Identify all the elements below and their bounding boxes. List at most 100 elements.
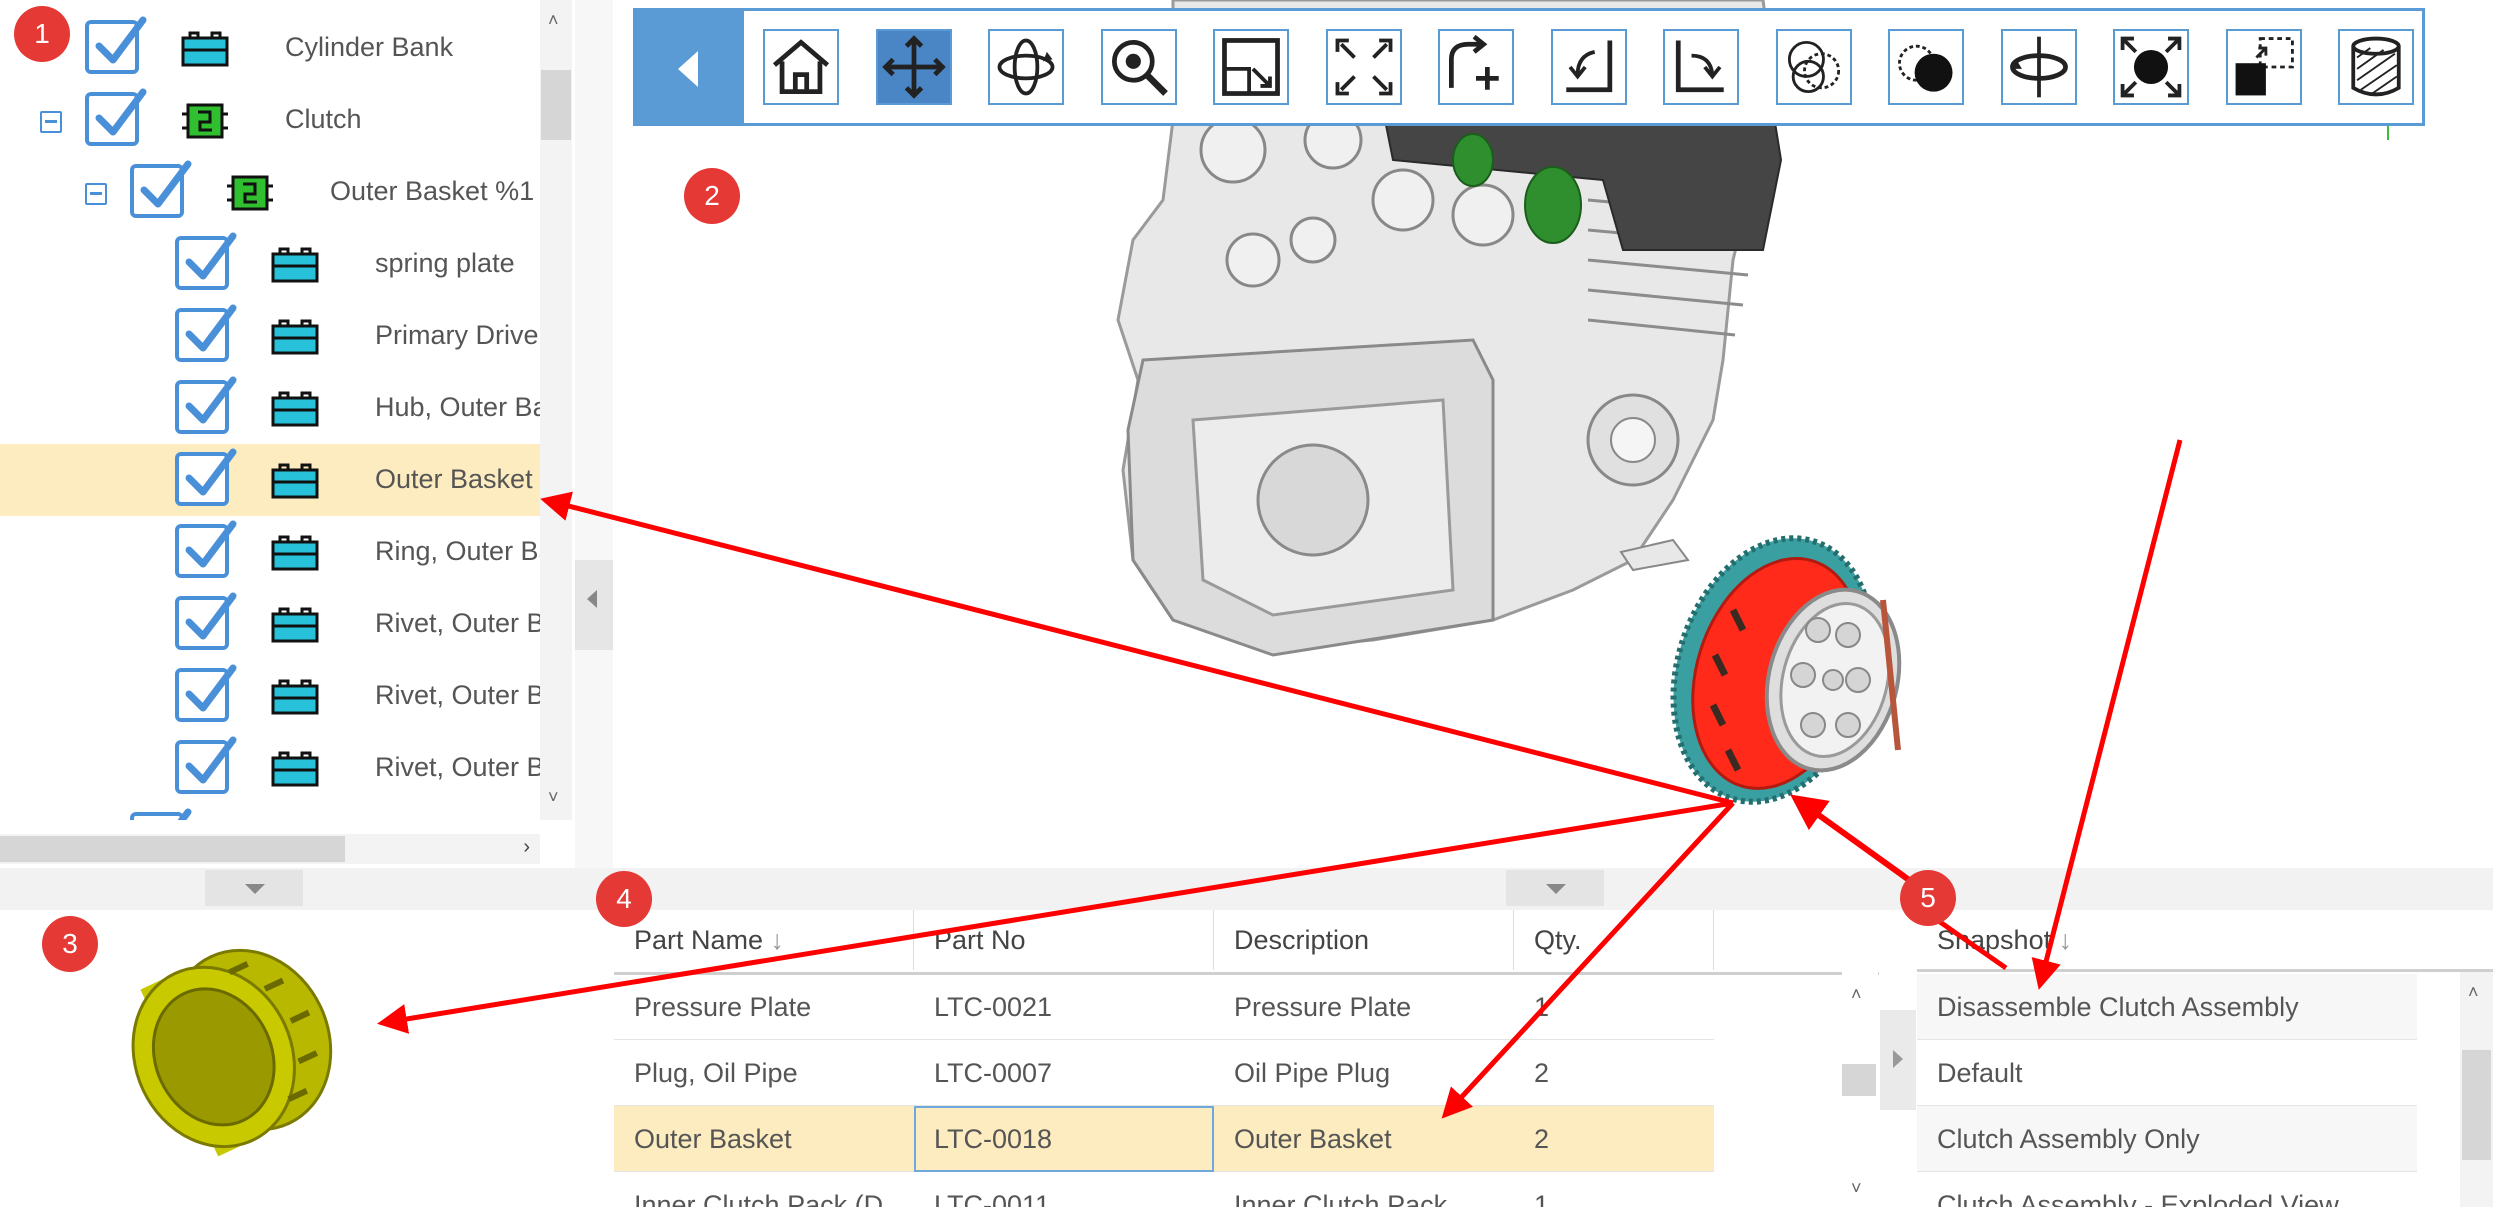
part-name-cell[interactable]: Pressure Plate: [614, 974, 914, 1040]
snapshots-header[interactable]: Snapshot ↓: [1917, 910, 2493, 972]
scroll-down-icon[interactable]: ˅: [548, 787, 559, 808]
tool-button-transparency[interactable]: [1775, 29, 1852, 105]
scroll-up-icon[interactable]: ˄: [1851, 984, 1862, 1005]
tree-item[interactable]: Rivet, Outer Ba: [0, 588, 540, 660]
scroll-up-icon[interactable]: ˄: [2468, 982, 2479, 1003]
tool-button-isolate[interactable]: [1888, 29, 1964, 105]
visibility-checkbox[interactable]: [85, 88, 147, 146]
part-icon: [180, 30, 230, 68]
assembly-icon: [225, 174, 275, 212]
tree-item-label: spring plate: [375, 248, 515, 278]
column-header[interactable]: Part No: [914, 910, 1214, 970]
part-icon: [270, 462, 320, 500]
visibility-checkbox[interactable]: [130, 160, 192, 218]
visibility-checkbox[interactable]: [175, 232, 237, 290]
table-row[interactable]: Inner Clutch Pack (D LTC-0011 Inner Clutch…: [614, 1172, 1714, 1207]
column-header[interactable]: Description: [1214, 910, 1514, 970]
visibility-checkbox[interactable]: [175, 448, 237, 506]
tree-item[interactable]: Inner Clutch Pack: [0, 804, 540, 820]
tree-item[interactable]: Ring, Outer Ba: [0, 516, 540, 588]
fit-all-icon: [1335, 38, 1392, 96]
scroll-up-icon[interactable]: ˄: [548, 10, 559, 31]
collapse-preview-button[interactable]: [205, 870, 303, 906]
tool-button-home[interactable]: [763, 29, 839, 105]
visibility-checkbox[interactable]: [85, 16, 147, 74]
tool-button-rotate-axis[interactable]: [1438, 29, 1514, 105]
3d-viewer[interactable]: [613, 0, 2493, 868]
scroll-right-icon[interactable]: ›: [523, 836, 530, 859]
tool-button-explode[interactable]: [2113, 29, 2189, 105]
toolbar-collapse-button[interactable]: [636, 11, 744, 123]
sort-arrow-icon[interactable]: ↓: [763, 925, 785, 955]
part-name-cell[interactable]: Plug, Oil Pipe: [614, 1040, 914, 1106]
visibility-checkbox[interactable]: [175, 736, 237, 794]
tool-button-pan[interactable]: [875, 29, 952, 105]
column-header[interactable]: Part Name ↓: [614, 910, 914, 970]
tool-button-zoom-window[interactable]: [1213, 29, 1289, 105]
visibility-checkbox[interactable]: [175, 592, 237, 650]
collapse-icon[interactable]: [85, 183, 107, 205]
tool-button-zoom[interactable]: [1100, 29, 1177, 105]
tree-item[interactable]: Clutch: [0, 84, 540, 156]
sort-arrow-icon[interactable]: ↓: [2051, 925, 2073, 955]
tree-item[interactable]: Hub, Outer Ba: [0, 372, 540, 444]
tool-button-section-box[interactable]: [2225, 29, 2302, 105]
tool-button-fit-all[interactable]: [1325, 29, 1402, 105]
part-name-cell[interactable]: Outer Basket: [614, 1106, 914, 1172]
collapse-bottom-button[interactable]: [1506, 870, 1604, 906]
horizontal-splitter[interactable]: [0, 868, 2493, 910]
tree-hscroll-thumb[interactable]: [0, 836, 345, 862]
part-no-cell[interactable]: LTC-0007: [914, 1040, 1214, 1106]
part-icon: [270, 318, 320, 356]
tree-item[interactable]: Outer Basket 9: [0, 444, 540, 516]
part-no-cell[interactable]: LTC-0018: [914, 1106, 1214, 1172]
tree-item-label: Outer Basket %1: [330, 176, 535, 206]
snapshot-item[interactable]: Clutch Assembly - Exploded View: [1917, 1172, 2417, 1207]
table-row[interactable]: Outer Basket LTC-0018 Outer Basket 2: [614, 1106, 1714, 1172]
qty-cell[interactable]: 2: [1514, 1040, 1714, 1106]
description-cell[interactable]: Oil Pipe Plug: [1214, 1040, 1514, 1106]
table-row[interactable]: Plug, Oil Pipe LTC-0007 Oil Pipe Plug 2: [614, 1040, 1714, 1106]
isolate-icon: [1898, 44, 1953, 92]
tree-item[interactable]: Cylinder Bank: [0, 12, 540, 84]
tree-item[interactable]: Primary Driver: [0, 300, 540, 372]
tool-button-flip[interactable]: [2000, 29, 2077, 105]
table-row[interactable]: Pressure Plate LTC-0021 Pressure Plate 1: [614, 974, 1714, 1040]
visibility-checkbox[interactable]: [175, 304, 237, 362]
tree-item[interactable]: spring plate: [0, 228, 540, 300]
description-cell[interactable]: Outer Basket: [1214, 1106, 1514, 1172]
part-no-cell[interactable]: LTC-0021: [914, 974, 1214, 1040]
qty-cell[interactable]: 2: [1514, 1106, 1714, 1172]
snapshot-item[interactable]: Default: [1917, 1040, 2417, 1106]
snapshot-item[interactable]: Clutch Assembly Only: [1917, 1106, 2417, 1172]
tree-item[interactable]: Rivet, Outer Ba: [0, 732, 540, 804]
collapse-tree-button[interactable]: [575, 560, 613, 650]
tree-item[interactable]: Rivet, Outer Ba: [0, 660, 540, 732]
column-header[interactable]: Qty.: [1514, 910, 1714, 970]
part-no-cell[interactable]: LTC-0011: [914, 1172, 1214, 1207]
collapse-icon[interactable]: [40, 111, 62, 133]
part-name-cell[interactable]: Inner Clutch Pack (D: [614, 1172, 914, 1207]
tree-item[interactable]: Outer Basket %1: [0, 156, 540, 228]
visibility-checkbox[interactable]: [175, 520, 237, 578]
visibility-checkbox[interactable]: [175, 664, 237, 722]
qty-cell[interactable]: 1: [1514, 974, 1714, 1040]
visibility-checkbox[interactable]: [130, 808, 192, 820]
collapse-snapshots-button[interactable]: [1880, 1010, 1916, 1110]
snapshots-scroll-thumb[interactable]: [2462, 1050, 2491, 1160]
description-cell[interactable]: Inner Clutch Pack: [1214, 1172, 1514, 1207]
tool-button-cross-section[interactable]: [2338, 29, 2414, 105]
tool-button-rotate[interactable]: [988, 29, 1064, 105]
parts-scroll-thumb[interactable]: [1842, 1064, 1876, 1096]
snapshot-item[interactable]: Disassemble Clutch Assembly: [1917, 974, 2417, 1040]
engine-model[interactable]: [613, 0, 2493, 868]
qty-cell[interactable]: 1: [1514, 1172, 1714, 1207]
tool-button-redo[interactable]: [1663, 29, 1739, 105]
parts-vertical-scrollbar[interactable]: ˄ ˅: [1842, 972, 1878, 1207]
vertical-splitter[interactable]: [575, 0, 613, 870]
tree-scroll-thumb[interactable]: [541, 70, 571, 140]
description-cell[interactable]: Pressure Plate: [1214, 974, 1514, 1040]
visibility-checkbox[interactable]: [175, 376, 237, 434]
tool-button-undo[interactable]: [1550, 29, 1627, 105]
scroll-down-icon[interactable]: ˅: [1851, 1178, 1862, 1199]
